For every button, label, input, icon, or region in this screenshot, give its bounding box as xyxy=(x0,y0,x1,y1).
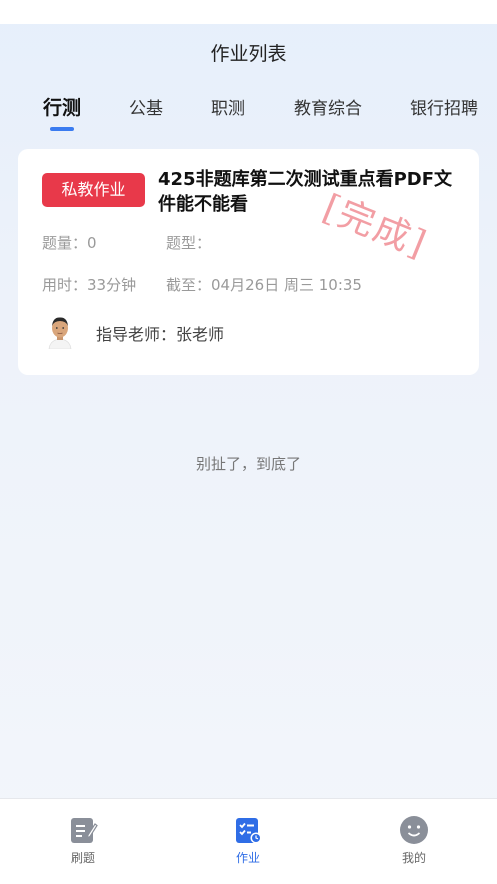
header: 作业列表 xyxy=(0,24,497,80)
deadline: 截至：04月26日 周三 10:35 xyxy=(166,274,362,295)
homework-icon xyxy=(236,818,262,844)
time-used-value: 33分钟 xyxy=(87,276,137,294)
private-homework-badge: 私教作业 xyxy=(42,173,145,207)
question-count-value: 0 xyxy=(87,234,97,252)
active-tab-indicator xyxy=(50,127,74,131)
profile-icon xyxy=(400,816,428,844)
nav-profile[interactable]: 我的 xyxy=(374,815,454,866)
teacher-label: 指导老师： xyxy=(96,325,177,344)
end-of-list-text: 别扯了，到底了 xyxy=(195,455,301,473)
nav-homework-label: 作业 xyxy=(235,851,260,865)
page-title: 作业列表 xyxy=(210,43,287,65)
teacher-info: 指导老师：张老师 xyxy=(96,321,224,345)
status-bar xyxy=(0,0,497,24)
question-count: 题量：0 xyxy=(42,232,97,253)
tab-education[interactable]: 教育综合 xyxy=(294,94,362,119)
nav-practice[interactable]: 刷题 xyxy=(43,815,123,866)
teacher-avatar xyxy=(45,315,75,349)
homework-card[interactable]: 私教作业 425非题库第二次测试重点看PDF文件能不能看 [完成] 题量：0 题… xyxy=(18,149,479,375)
practice-icon xyxy=(71,818,98,843)
question-count-label: 题量： xyxy=(42,234,88,252)
teacher-name: 张老师 xyxy=(176,325,225,344)
tab-zhice[interactable]: 职测 xyxy=(211,94,245,119)
tab-bar: 行测 公基 职测 教育综合 银行招聘 xyxy=(0,90,497,134)
question-type: 题型： xyxy=(166,232,211,253)
bottom-nav: 刷题 作业 我的 xyxy=(0,798,497,884)
nav-practice-label: 刷题 xyxy=(70,851,95,865)
tab-bank[interactable]: 银行招聘 xyxy=(410,94,478,119)
nav-homework[interactable]: 作业 xyxy=(208,815,288,866)
time-used-label: 用时： xyxy=(42,276,88,294)
time-used: 用时：33分钟 xyxy=(42,274,136,295)
question-type-label: 题型： xyxy=(166,234,212,252)
deadline-label: 截至： xyxy=(166,276,212,294)
tab-xingce[interactable]: 行测 xyxy=(43,93,81,120)
tab-gongji[interactable]: 公基 xyxy=(129,94,163,119)
deadline-value: 04月26日 周三 10:35 xyxy=(211,276,362,294)
nav-profile-label: 我的 xyxy=(401,851,426,865)
